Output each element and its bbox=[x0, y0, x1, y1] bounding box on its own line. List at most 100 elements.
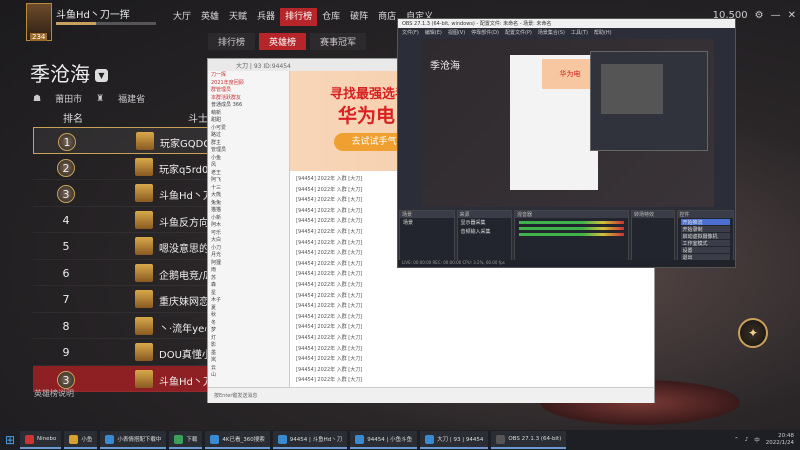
member-item[interactable]: 老王 bbox=[208, 169, 289, 177]
taskbar-item[interactable]: 大刀 | 93 | 94454 bbox=[420, 431, 489, 449]
member-item[interactable]: 普通成员 366 bbox=[208, 101, 289, 109]
member-item[interactable]: 群管理员 bbox=[208, 86, 289, 94]
obs-menu-item[interactable]: 停靠部件(D) bbox=[471, 29, 499, 36]
member-item[interactable]: 猫猫 bbox=[208, 206, 289, 214]
member-item[interactable]: 秋 bbox=[208, 311, 289, 319]
member-item[interactable]: 风 bbox=[208, 161, 289, 169]
nav-tab[interactable]: 破阵 bbox=[345, 8, 373, 26]
taskbar-item[interactable]: 小表情搭配下载中 bbox=[100, 431, 167, 449]
nav-tab[interactable]: 仓库 bbox=[317, 8, 345, 26]
leaderboard-row[interactable]: 4 斗鱼反方向的 bbox=[33, 207, 219, 233]
member-item[interactable]: 云 bbox=[208, 364, 289, 372]
player-avatar[interactable]: 234 bbox=[26, 3, 52, 41]
member-item[interactable]: 小鱼 bbox=[208, 154, 289, 162]
nav-tab[interactable]: 大厅 bbox=[168, 8, 196, 26]
leaderboard-row[interactable]: 1 玩家GQDG bbox=[33, 127, 211, 154]
chevron-up-icon[interactable]: ⌃ bbox=[734, 437, 739, 443]
taskbar-item[interactable]: OBS 27.1.3 (64-bit) bbox=[491, 431, 567, 449]
minimize-icon[interactable]: — bbox=[771, 10, 781, 21]
windows-start-icon[interactable]: ⊞ bbox=[0, 430, 20, 450]
source-item[interactable]: 显示器采集 bbox=[458, 218, 512, 227]
taskbar-item[interactable]: 4K已看_360搜索 bbox=[205, 431, 270, 449]
subnav-tab[interactable]: 英雄榜 bbox=[259, 33, 307, 50]
member-item[interactable]: 影 bbox=[208, 341, 289, 349]
filter-province[interactable]: 福建省 bbox=[118, 92, 145, 105]
obs-menu-item[interactable]: 编辑(E) bbox=[425, 29, 442, 36]
member-item[interactable]: 大熊 bbox=[208, 191, 289, 199]
member-item[interactable]: 墨 bbox=[208, 349, 289, 357]
member-item[interactable]: 十三 bbox=[208, 184, 289, 192]
nav-tab[interactable]: 排行榜 bbox=[280, 8, 318, 26]
member-item[interactable]: 本群活跃群友 bbox=[208, 94, 289, 102]
member-item[interactable]: 阿狸 bbox=[208, 259, 289, 267]
member-item[interactable]: 阿木 bbox=[208, 221, 289, 229]
member-item[interactable]: 山 bbox=[208, 371, 289, 379]
obs-menu-item[interactable]: 文件(F) bbox=[402, 29, 419, 36]
member-item[interactable]: 路过 bbox=[208, 131, 289, 139]
nav-tab[interactable]: 天赋 bbox=[224, 8, 252, 26]
leaderboard-row[interactable]: 2 玩家q5rd00 bbox=[33, 154, 215, 180]
member-item[interactable]: 岚 bbox=[208, 356, 289, 364]
subnav-tab[interactable]: 排行榜 bbox=[208, 33, 256, 50]
member-item[interactable]: 刀一挥 bbox=[208, 71, 289, 79]
member-item[interactable]: 梦 bbox=[208, 326, 289, 334]
close-icon[interactable]: ✕ bbox=[788, 10, 796, 21]
member-item[interactable]: 萌新 bbox=[208, 109, 289, 117]
obs-menu-item[interactable]: 帮助(H) bbox=[594, 29, 612, 36]
input-language[interactable]: 中 bbox=[754, 436, 760, 444]
message-input[interactable]: 按Enter键发送消息 bbox=[208, 387, 654, 403]
source-item[interactable]: 音频输入采集 bbox=[458, 227, 512, 236]
leaderboard-row[interactable]: 3 斗鱼Hd丶刀 bbox=[33, 180, 213, 207]
taskbar-item[interactable]: 94454 | 斗鱼Hd丶刀 bbox=[272, 431, 348, 449]
member-item[interactable]: 灯 bbox=[208, 334, 289, 342]
leaderboard-row[interactable]: 8 丶·流年ye心 bbox=[33, 313, 214, 339]
member-item[interactable]: 苏 bbox=[208, 274, 289, 282]
obs-menu-item[interactable]: 工具(T) bbox=[571, 29, 588, 36]
scene-item[interactable]: 场景 bbox=[400, 218, 454, 227]
member-item[interactable]: 森 bbox=[208, 281, 289, 289]
member-item[interactable]: 月光 bbox=[208, 251, 289, 259]
subnav-tab[interactable]: 赛事冠军 bbox=[310, 33, 367, 50]
obs-control-button[interactable]: 开始推流 bbox=[680, 219, 731, 226]
obs-menu-item[interactable]: 场景集合(S) bbox=[538, 29, 565, 36]
obs-control-button[interactable]: 开始录制 bbox=[680, 226, 731, 233]
member-item[interactable]: 雨 bbox=[208, 266, 289, 274]
member-item[interactable]: 小刀 bbox=[208, 244, 289, 252]
member-item[interactable]: 甜甜 bbox=[208, 116, 289, 124]
obs-control-button[interactable]: 设置 bbox=[680, 247, 731, 254]
member-item[interactable]: 管理员 bbox=[208, 146, 289, 154]
settings-icon[interactable]: ⚙ bbox=[755, 10, 764, 21]
leaderboard-row[interactable]: 5 嗯没意思的 bbox=[33, 233, 209, 260]
obs-menu-item[interactable]: 视图(V) bbox=[448, 29, 465, 36]
nav-tab[interactable]: 英雄 bbox=[196, 8, 224, 26]
member-item[interactable]: 小可爱 bbox=[208, 124, 289, 132]
obs-menu-item[interactable]: 配置文件(P) bbox=[505, 29, 532, 36]
member-item[interactable]: 木子 bbox=[208, 296, 289, 304]
taskbar-item[interactable]: 下载 bbox=[169, 431, 203, 449]
member-item[interactable]: 兔兔 bbox=[208, 199, 289, 207]
clock[interactable]: 20:48 2022/1/24 bbox=[766, 433, 794, 447]
member-item[interactable]: 冬 bbox=[208, 319, 289, 327]
member-item[interactable]: 夏 bbox=[208, 304, 289, 312]
member-item[interactable]: 阿飞 bbox=[208, 176, 289, 184]
leaderboard-help[interactable]: 英雄榜说明 bbox=[34, 388, 74, 399]
leaderboard-row[interactable]: 9 DOU真懂小 bbox=[33, 339, 212, 366]
obs-control-button[interactable]: 工作室模式 bbox=[680, 240, 731, 247]
emblem-icon[interactable]: ✦ bbox=[738, 318, 768, 348]
obs-control-button[interactable]: 启动虚拟摄像机 bbox=[680, 233, 731, 240]
filter-city[interactable]: 莆田市 bbox=[55, 92, 82, 105]
taskbar-item[interactable]: Ninebo bbox=[20, 431, 62, 449]
leaderboard-row[interactable]: 7 重庆妹网恋 bbox=[33, 286, 209, 313]
chevron-down-icon[interactable]: ▼ bbox=[95, 69, 108, 82]
member-item[interactable]: 大白 bbox=[208, 236, 289, 244]
taskbar-item[interactable]: 94454 | 小鱼斗鱼 bbox=[350, 431, 418, 449]
member-item[interactable]: 可乐 bbox=[208, 229, 289, 237]
leaderboard-row[interactable]: 6 企鹅电竞/瓜 bbox=[33, 260, 212, 286]
nav-tab[interactable]: 兵器 bbox=[252, 8, 280, 26]
member-item[interactable]: 群主 bbox=[208, 139, 289, 147]
member-item[interactable]: 星 bbox=[208, 289, 289, 297]
taskbar-item[interactable]: 小鱼 bbox=[64, 431, 98, 449]
member-item[interactable]: 小新 bbox=[208, 214, 289, 222]
member-item[interactable]: 2021年度回顾 bbox=[208, 79, 289, 87]
volume-icon[interactable]: ♪ bbox=[745, 437, 749, 443]
